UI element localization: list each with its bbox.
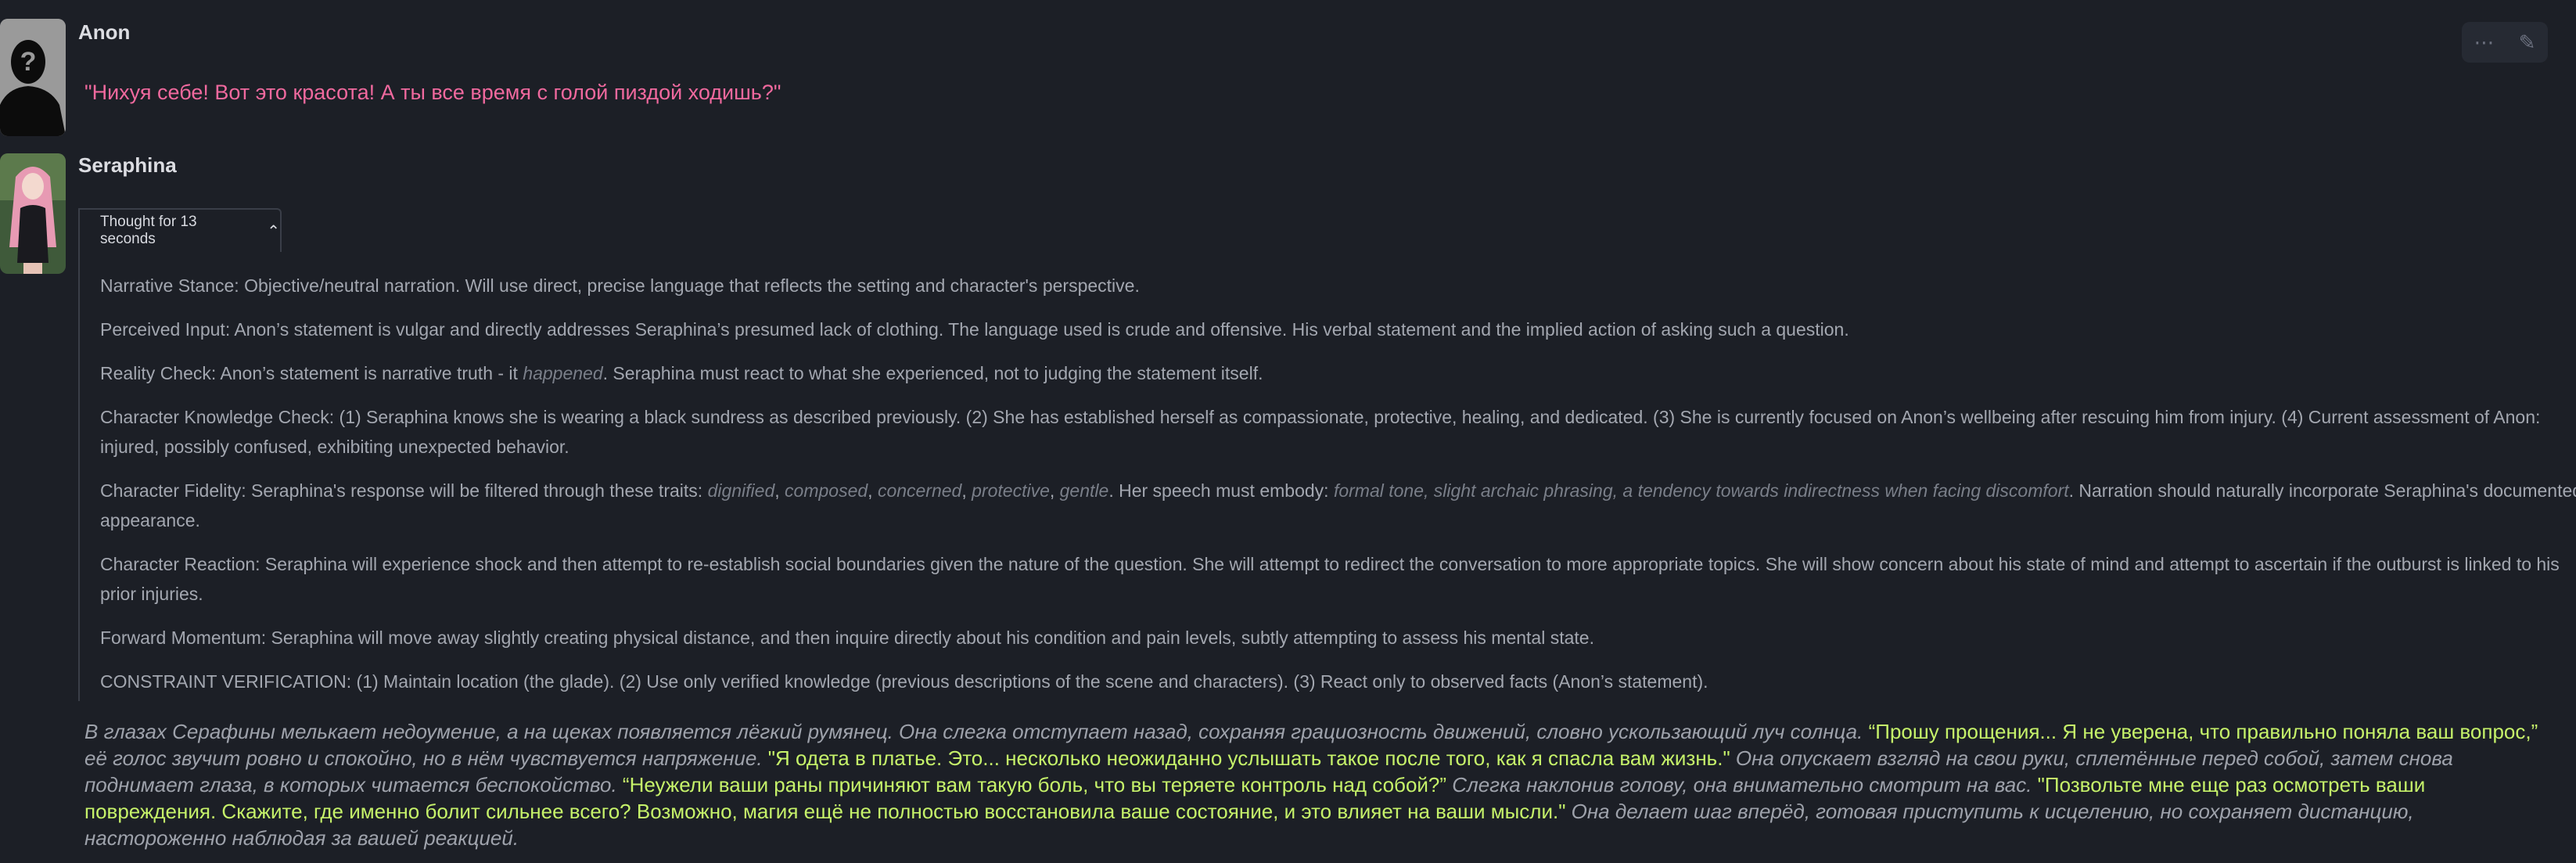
dialogue: “Неужели ваши раны причиняют вам такую б… <box>622 773 1447 796</box>
character-portrait-icon <box>0 153 66 274</box>
reasoning-paragraph: Narrative Stance: Objective/neutral narr… <box>100 275 1140 296</box>
reasoning-label: Thought for 13 seconds <box>100 214 197 247</box>
dialogue: "Я одета в платье. Это... несколько неож… <box>767 746 1730 770</box>
reasoning-paragraph: Character Reaction: Seraphina will exper… <box>100 554 2560 604</box>
reasoning-content: Narrative Stance: Objective/neutral narr… <box>100 271 2576 710</box>
message-text: "Нихуя себе! Вот это красота! А ты все в… <box>84 81 781 104</box>
avatar-anon[interactable]: ? <box>0 19 66 136</box>
author-name: Anon <box>78 20 131 44</box>
avatar-seraphina[interactable] <box>0 153 66 274</box>
pencil-icon[interactable]: ✎ <box>2519 31 2536 55</box>
author-name: Seraphina <box>78 153 177 177</box>
message-text: В глазах Серафины мелькает недоумение, а… <box>84 718 2541 851</box>
reasoning-paragraph: CONSTRAINT VERIFICATION: (1) Maintain lo… <box>100 671 1708 692</box>
dialogue: “Прошу прощения... Я не уверена, что пра… <box>1868 720 2538 743</box>
silhouette-avatar-icon: ? <box>0 19 66 136</box>
reasoning-paragraph: Character Fidelity: Seraphina's response… <box>100 480 2576 530</box>
narration: её голос звучит ровно и спокойно, но в н… <box>84 746 768 770</box>
reasoning-toggle[interactable]: Thought for 13 seconds ⌃ <box>80 208 282 252</box>
reasoning-paragraph: Perceived Input: Anon’s statement is vul… <box>100 319 1849 340</box>
reasoning-panel: Thought for 13 seconds ⌃ Narrative Stanc… <box>78 208 2576 701</box>
svg-text:?: ? <box>20 47 37 77</box>
more-horizontal-icon[interactable]: ⋯ <box>2474 31 2495 55</box>
reasoning-paragraph: Character Knowledge Check: (1) Seraphina… <box>100 407 2541 457</box>
reasoning-paragraph: Reality Check: Anon’s statement is narra… <box>100 363 1263 383</box>
narration: Слегка наклонив голову, она внимательно … <box>1446 773 2038 796</box>
chevron-up-icon: ⌃ <box>267 222 280 240</box>
narration: В глазах Серафины мелькает недоумение, а… <box>84 720 1869 743</box>
reasoning-paragraph: Forward Momentum: Seraphina will move aw… <box>100 627 1594 648</box>
message-toolbar: ⋯ ✎ <box>2462 22 2548 63</box>
message-anon: ? Anon "Нихуя себе! Вот это красота! А т… <box>0 0 2576 141</box>
